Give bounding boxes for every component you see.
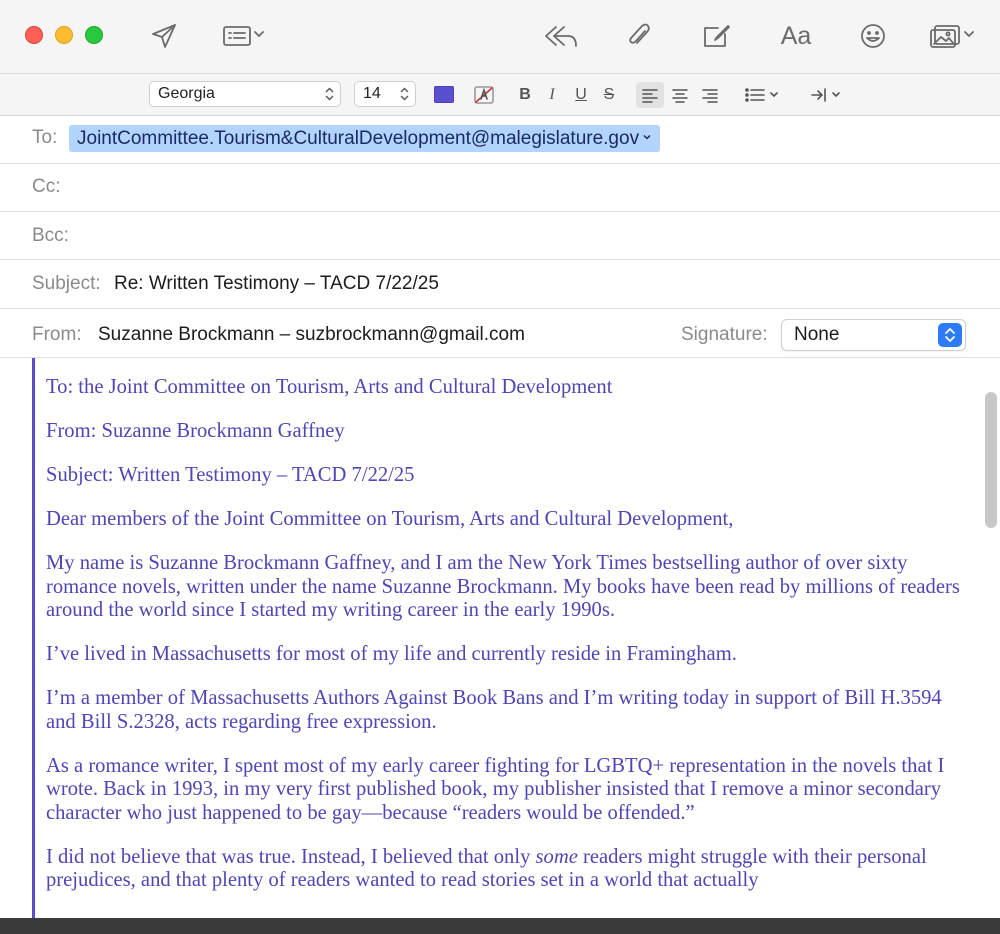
from-label: From:	[32, 324, 82, 345]
markup-icon[interactable]	[698, 16, 736, 56]
chevron-down-icon	[253, 27, 265, 45]
font-size-value: 14	[363, 85, 381, 102]
chevron-down-icon	[643, 134, 651, 140]
minimize-window-button[interactable]	[55, 26, 73, 44]
body-paragraph: Subject: Written Testimony – TACD 7/22/2…	[46, 464, 415, 486]
body-paragraph: To: the Joint Committee on Tourism, Arts…	[46, 376, 613, 398]
attach-icon[interactable]	[622, 16, 656, 56]
body-paragraph: As a romance writer, I spent most of my …	[46, 754, 945, 824]
photo-browser-icon[interactable]	[924, 16, 980, 56]
align-right-icon[interactable]	[696, 82, 724, 108]
send-icon[interactable]	[146, 16, 182, 56]
body-paragraph: From: Suzanne Brockmann Gaffney	[46, 420, 345, 442]
body-paragraph: I’ve lived in Massachusetts for most of …	[46, 643, 737, 665]
cc-label: Cc:	[32, 176, 61, 197]
font-family-select[interactable]: Georgia	[149, 81, 341, 107]
align-left-icon[interactable]	[636, 82, 664, 108]
signature-select[interactable]: None	[781, 319, 966, 351]
signature-label: Signature:	[681, 324, 768, 345]
signature-value: None	[794, 324, 840, 345]
cc-field-row[interactable]	[0, 164, 1000, 212]
stepper-icon	[938, 323, 962, 347]
italic-button[interactable]: I	[542, 82, 562, 108]
message-text[interactable]: To: the Joint Committee on Tourism, Arts…	[46, 376, 966, 913]
body-paragraph: Dear members of the Joint Committee on T…	[46, 508, 734, 530]
from-select[interactable]: Suzanne Brockmann – suzbrockmann@gmail.c…	[98, 324, 525, 346]
close-window-button[interactable]	[25, 26, 43, 44]
vertical-scrollbar[interactable]	[985, 392, 997, 528]
body-text-span: I did not believe that was true. Instead…	[46, 845, 536, 868]
indent-icon[interactable]	[808, 82, 844, 108]
bcc-field-row[interactable]	[0, 212, 1000, 260]
font-size-select[interactable]: 14	[354, 81, 416, 107]
underline-button[interactable]: U	[570, 82, 592, 108]
list-style-icon[interactable]	[742, 82, 782, 108]
emoji-icon[interactable]	[856, 16, 890, 56]
window-toolbar: Aa	[0, 0, 1000, 74]
subject-input[interactable]: Re: Written Testimony – TACD 7/22/25	[114, 273, 439, 295]
to-recipient-token[interactable]: JointCommittee.Tourism&CulturalDevelopme…	[69, 125, 661, 152]
header-fields-icon[interactable]	[216, 16, 270, 56]
stepper-icon	[400, 87, 409, 101]
body-paragraph: My name is Suzanne Brockmann Gaffney, an…	[46, 552, 960, 621]
to-recipient-address: JointCommittee.Tourism&CulturalDevelopme…	[77, 128, 640, 149]
quote-bar	[32, 358, 35, 918]
body-paragraph: I’m a member of Massachusetts Authors Ag…	[46, 687, 942, 733]
strikethrough-button[interactable]: S	[598, 82, 620, 108]
window-edge	[0, 918, 1000, 934]
reply-all-icon[interactable]	[540, 16, 582, 56]
format-bar: Georgia 14	[0, 74, 1000, 116]
bold-button[interactable]: B	[514, 82, 536, 108]
align-center-icon[interactable]	[666, 82, 694, 108]
subject-label: Subject:	[32, 273, 101, 294]
body-paragraph: I did not believe that was true. Instead…	[46, 846, 966, 893]
body-emphasis: some	[535, 845, 578, 868]
stepper-icon	[325, 87, 334, 101]
zoom-window-button[interactable]	[85, 26, 103, 44]
message-body[interactable]: To: the Joint Committee on Tourism, Arts…	[0, 358, 1000, 918]
font-family-value: Georgia	[158, 85, 215, 102]
bcc-label: Bcc:	[32, 225, 69, 246]
chevron-down-icon	[963, 27, 975, 45]
fonts-icon[interactable]: Aa	[776, 16, 816, 56]
background-color-icon[interactable]	[470, 82, 498, 108]
text-color-swatch[interactable]	[434, 86, 454, 103]
to-label: To:	[32, 127, 58, 148]
